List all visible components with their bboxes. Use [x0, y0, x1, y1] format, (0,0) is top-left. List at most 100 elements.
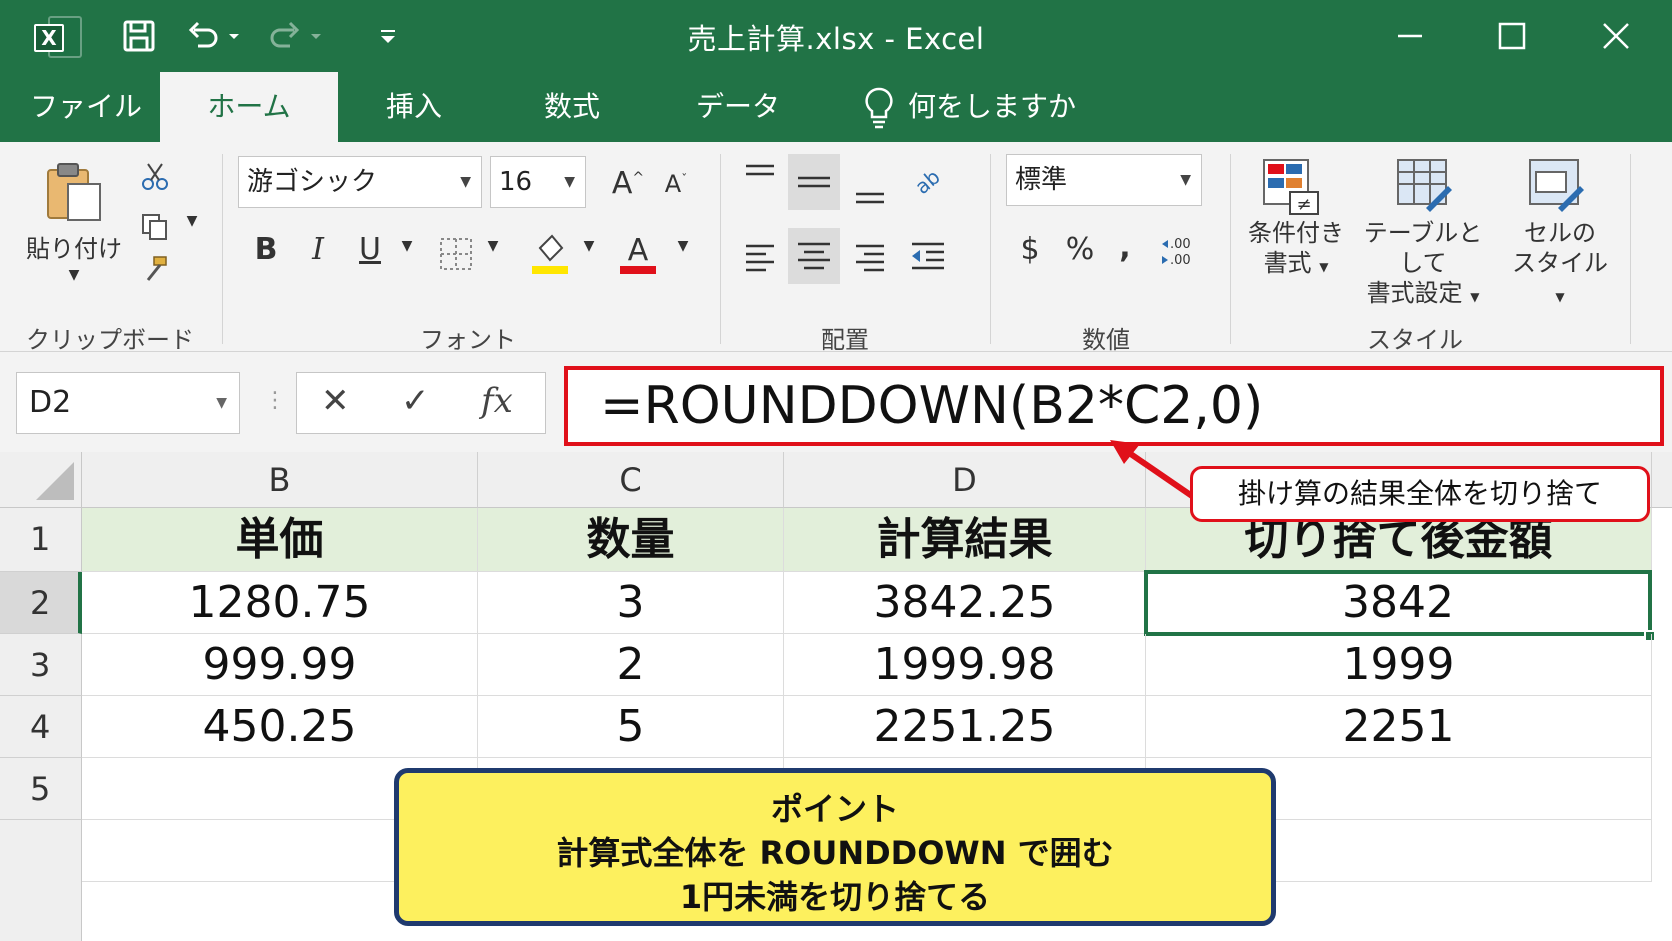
enter-entry-icon[interactable]: ✓: [401, 381, 430, 421]
comma-style-icon[interactable]: ,: [1110, 230, 1140, 265]
alignment-group-label: 配置: [821, 326, 869, 354]
note-title: ポイント: [770, 790, 899, 828]
cell-e3[interactable]: 1999: [1146, 634, 1652, 696]
align-left-icon[interactable]: [742, 238, 778, 274]
cancel-entry-icon[interactable]: ✕: [321, 381, 350, 421]
chevron-down-icon: ▼: [1555, 290, 1565, 304]
cell-b4[interactable]: 450.25: [82, 696, 478, 758]
font-name-value: 游ゴシック: [247, 167, 378, 197]
increase-font-size-icon[interactable]: A^: [608, 166, 648, 201]
align-center-button[interactable]: [788, 228, 840, 284]
align-right-icon[interactable]: [852, 238, 888, 274]
format-painter-icon[interactable]: [140, 254, 170, 284]
tab-data[interactable]: データ: [686, 72, 790, 142]
cell-e4[interactable]: 2251: [1146, 696, 1652, 758]
chevron-down-icon: ▼: [1319, 260, 1329, 274]
cell-b3[interactable]: 999.99: [82, 634, 478, 696]
number-format-select[interactable]: 標準 ▼: [1006, 154, 1202, 206]
formula-bar-splitter[interactable]: ⋮: [264, 388, 286, 413]
decrease-indent-icon[interactable]: [908, 238, 948, 274]
fill-color-dropdown-icon[interactable]: ▼: [580, 238, 598, 254]
chevron-down-icon: ▼: [460, 174, 471, 190]
note-line-3: 1円未満を切り捨てる: [679, 878, 991, 916]
chevron-down-icon: ▼: [564, 174, 575, 190]
paste-dropdown-icon[interactable]: ▼: [62, 260, 86, 290]
cell-c1[interactable]: 数量: [478, 508, 784, 572]
italic-icon[interactable]: I: [300, 232, 336, 267]
formula-bar: D2 ▼ ⋮ ✕ ✓ fx =ROUNDDOWN(B2*C2,0): [0, 352, 1672, 452]
align-middle-icon: [798, 176, 830, 188]
fill-color-icon[interactable]: [530, 230, 570, 276]
tell-me-search[interactable]: 何をしますか: [908, 72, 1076, 142]
font-size-value: 16: [499, 167, 533, 197]
row-header-2[interactable]: 2: [0, 572, 82, 634]
format-as-table-icon[interactable]: [1396, 158, 1454, 216]
bold-icon[interactable]: B: [248, 232, 284, 267]
column-header-c[interactable]: C: [478, 452, 784, 508]
conditional-formatting-line2: 書式: [1263, 249, 1312, 277]
row-header-3[interactable]: 3: [0, 634, 82, 696]
select-all-corner[interactable]: [0, 452, 82, 508]
borders-dropdown-icon[interactable]: ▼: [484, 238, 502, 254]
align-middle-button[interactable]: [788, 154, 840, 210]
row-header-1[interactable]: 1: [0, 508, 82, 572]
lightbulb-icon[interactable]: [862, 86, 896, 130]
font-name-select[interactable]: 游ゴシック ▼: [238, 156, 482, 208]
row-header-4[interactable]: 4: [0, 696, 82, 758]
maximize-icon[interactable]: [1490, 14, 1534, 58]
cell-d1[interactable]: 計算結果: [784, 508, 1146, 572]
cut-icon[interactable]: [140, 162, 170, 192]
tab-home[interactable]: ホーム: [160, 72, 338, 142]
tab-insert[interactable]: 挿入: [376, 72, 452, 142]
close-icon[interactable]: [1594, 14, 1638, 58]
underline-icon[interactable]: U: [352, 232, 388, 267]
name-box[interactable]: D2 ▼: [16, 372, 240, 434]
column-header-f[interactable]: [1652, 452, 1672, 508]
column-header-b[interactable]: B: [82, 452, 478, 508]
align-bottom-icon[interactable]: [852, 164, 888, 208]
paste-icon[interactable]: [42, 160, 106, 224]
cell-styles-line2: スタイル: [1512, 249, 1608, 277]
clipboard-group-label: クリップボード: [26, 326, 194, 354]
cell-c4[interactable]: 5: [478, 696, 784, 758]
minimize-icon[interactable]: [1388, 14, 1432, 58]
currency-icon[interactable]: $: [1010, 232, 1050, 267]
point-note-box: ポイント 計算式全体を ROUNDDOWN で囲む 1円未満を切り捨てる: [394, 768, 1276, 926]
cell-d3[interactable]: 1999.98: [784, 634, 1146, 696]
tab-file[interactable]: ファイル: [20, 72, 152, 142]
insert-function-icon[interactable]: fx: [481, 381, 513, 421]
cell-styles-icon[interactable]: [1528, 158, 1586, 216]
conditional-formatting-icon[interactable]: ≠: [1262, 158, 1320, 216]
number-group-label: 数値: [1082, 326, 1130, 354]
decrease-font-size-icon[interactable]: Aˇ: [656, 170, 696, 198]
align-top-icon[interactable]: [742, 160, 778, 196]
format-as-table-label[interactable]: テーブルとして 書式設定 ▼: [1352, 218, 1494, 312]
cell-styles-label[interactable]: セルの スタイル ▼: [1504, 218, 1616, 312]
percent-icon[interactable]: %: [1060, 232, 1100, 267]
formula-buttons: ✕ ✓ fx: [296, 372, 546, 434]
cell-d2[interactable]: 3842.25: [784, 572, 1146, 634]
cell-b1[interactable]: 単価: [82, 508, 478, 572]
decimal-places-icon[interactable]: .00 .00: [1160, 232, 1200, 272]
orientation-icon[interactable]: ab: [910, 160, 946, 200]
column-header-d[interactable]: D: [784, 452, 1146, 508]
ribbon-home: 貼り付け ▼ ▼ クリップボード 游ゴシック ▼ 16 ▼ A^ Aˇ B I …: [0, 142, 1672, 354]
cell-b2[interactable]: 1280.75: [82, 572, 478, 634]
copy-icon[interactable]: [140, 212, 170, 242]
cell-c3[interactable]: 2: [478, 634, 784, 696]
copy-dropdown-icon[interactable]: ▼: [182, 206, 202, 236]
svg-text:≠: ≠: [1296, 194, 1311, 215]
name-box-value: D2: [29, 385, 72, 420]
row-header-5[interactable]: 5: [0, 758, 82, 820]
font-color-icon[interactable]: A: [618, 230, 658, 276]
format-as-table-line1: テーブルとして: [1363, 219, 1483, 277]
conditional-formatting-label[interactable]: 条件付き 書式 ▼: [1240, 218, 1352, 282]
tab-formulas[interactable]: 数式: [534, 72, 610, 142]
cell-e2-selected[interactable]: 3842: [1144, 570, 1652, 636]
underline-dropdown-icon[interactable]: ▼: [398, 238, 416, 254]
cell-c2[interactable]: 3: [478, 572, 784, 634]
font-size-select[interactable]: 16 ▼: [490, 156, 586, 208]
cell-d4[interactable]: 2251.25: [784, 696, 1146, 758]
borders-icon[interactable]: [438, 236, 474, 272]
font-color-dropdown-icon[interactable]: ▼: [674, 238, 692, 254]
